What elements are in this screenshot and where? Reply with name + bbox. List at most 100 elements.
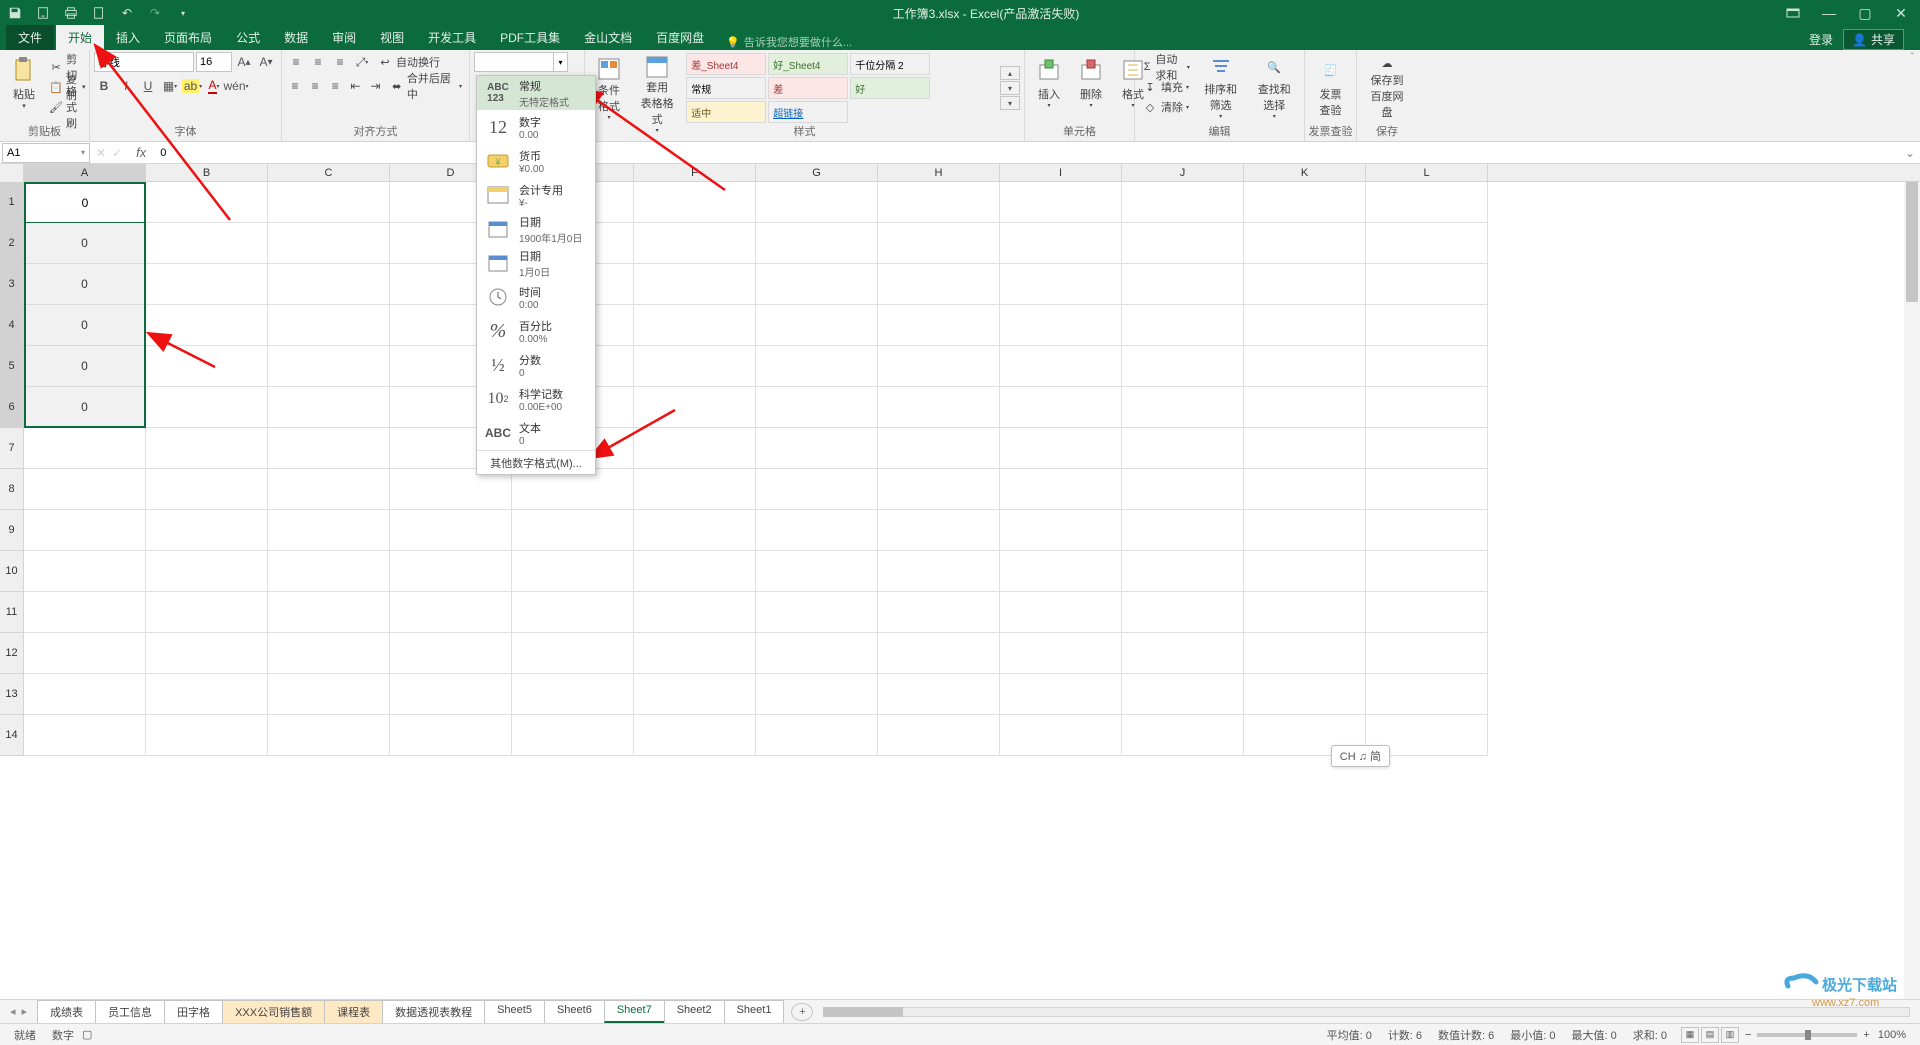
horizontal-scrollbar[interactable] [823, 1004, 1910, 1020]
cell-K5[interactable] [1244, 346, 1366, 387]
underline-button[interactable]: U [138, 76, 158, 96]
cell-J2[interactable] [1122, 223, 1244, 264]
style-bad-sheet4[interactable]: 差_Sheet4 [686, 53, 766, 75]
insert-cells-button[interactable]: 插入▾ [1029, 52, 1069, 122]
cell-H3[interactable] [878, 264, 1000, 305]
format-time[interactable]: 时间0:00 [477, 280, 595, 314]
cell-B11[interactable] [146, 592, 268, 633]
tab-pdf-tools[interactable]: PDF工具集 [488, 25, 572, 50]
chevron-down-icon[interactable]: ▾ [81, 148, 85, 157]
cell-I7[interactable] [1000, 428, 1122, 469]
style-thousands[interactable]: 千位分隔 2 [850, 53, 930, 75]
cell-A11[interactable] [24, 592, 146, 633]
cell-G11[interactable] [756, 592, 878, 633]
share-button[interactable]: 👤共享 [1843, 29, 1904, 50]
paste-button[interactable]: 粘贴 ▾ [4, 52, 44, 122]
cell-C12[interactable] [268, 633, 390, 674]
save-icon[interactable] [4, 2, 26, 24]
cell-C4[interactable] [268, 305, 390, 346]
border-button[interactable]: ▦▾ [160, 76, 180, 96]
tab-page-layout[interactable]: 页面布局 [152, 25, 224, 50]
sheet-nav-first-icon[interactable]: ◂ [10, 1005, 16, 1018]
cell-I13[interactable] [1000, 674, 1122, 715]
cell-H5[interactable] [878, 346, 1000, 387]
cell-style-gallery[interactable]: 差_Sheet4 好_Sheet4 千位分隔 2 常规 差 好 适中 超链接 [685, 52, 996, 124]
invoice-check-button[interactable]: 🧾发票 查验 [1309, 52, 1352, 122]
font-name-combo[interactable] [94, 52, 194, 72]
align-center-icon[interactable]: ≡ [306, 76, 324, 96]
cell-I9[interactable] [1000, 510, 1122, 551]
cell-G8[interactable] [756, 469, 878, 510]
cell-K1[interactable] [1244, 182, 1366, 223]
cell-F10[interactable] [634, 551, 756, 592]
maximize-icon[interactable]: ▢ [1850, 2, 1880, 24]
page-break-view-icon[interactable]: ▥ [1721, 1027, 1739, 1043]
col-header-B[interactable]: B [146, 164, 268, 181]
cell-K10[interactable] [1244, 551, 1366, 592]
cell-B2[interactable] [146, 223, 268, 264]
row-header-12[interactable]: 12 [0, 633, 24, 674]
cell-C14[interactable] [268, 715, 390, 756]
cell-A6[interactable]: 0 [24, 387, 146, 428]
sheet-tab-Sheet2[interactable]: Sheet2 [664, 1000, 725, 1023]
format-number[interactable]: 12 数字0.00 [477, 110, 595, 144]
cell-J13[interactable] [1122, 674, 1244, 715]
sheet-tab-田字格[interactable]: 田字格 [164, 1000, 223, 1023]
cell-G1[interactable] [756, 182, 878, 223]
number-format-combo[interactable]: ▾ [474, 52, 568, 72]
col-header-C[interactable]: C [268, 164, 390, 181]
delete-cells-button[interactable]: 删除▾ [1071, 52, 1111, 122]
row-header-6[interactable]: 6 [0, 387, 24, 428]
name-box[interactable]: A1▾ [2, 143, 90, 163]
cell-H10[interactable] [878, 551, 1000, 592]
cell-E13[interactable] [512, 674, 634, 715]
gallery-more-icon[interactable]: ▾ [1000, 96, 1020, 110]
col-header-A[interactable]: A [24, 164, 146, 181]
decrease-font-icon[interactable]: A▾ [256, 52, 276, 72]
increase-indent-icon[interactable]: ⇥ [366, 76, 384, 96]
format-percentage[interactable]: % 百分比0.00% [477, 314, 595, 348]
orientation-icon[interactable]: ⤢▾ [352, 52, 372, 72]
sheet-tab-Sheet1[interactable]: Sheet1 [724, 1000, 785, 1023]
tab-developer[interactable]: 开发工具 [416, 25, 488, 50]
cell-L10[interactable] [1366, 551, 1488, 592]
cell-L5[interactable] [1366, 346, 1488, 387]
row-header-1[interactable]: 1 [0, 182, 24, 223]
cell-G14[interactable] [756, 715, 878, 756]
tab-review[interactable]: 审阅 [320, 25, 368, 50]
cell-A7[interactable] [24, 428, 146, 469]
style-hyperlink[interactable]: 超链接 [768, 101, 848, 123]
align-top-icon[interactable]: ≡ [286, 52, 306, 72]
cancel-formula-icon[interactable]: ✕ [96, 146, 106, 160]
cell-B3[interactable] [146, 264, 268, 305]
cell-A14[interactable] [24, 715, 146, 756]
cell-L8[interactable] [1366, 469, 1488, 510]
row-header-13[interactable]: 13 [0, 674, 24, 715]
style-neutral[interactable]: 适中 [686, 101, 766, 123]
cell-H6[interactable] [878, 387, 1000, 428]
cell-B5[interactable] [146, 346, 268, 387]
autosum-button[interactable]: Σ自动求和▾ [1139, 58, 1193, 76]
format-scientific[interactable]: 102 科学记数0.00E+00 [477, 382, 595, 416]
cell-C1[interactable] [268, 182, 390, 223]
cell-B8[interactable] [146, 469, 268, 510]
cell-B14[interactable] [146, 715, 268, 756]
cell-F11[interactable] [634, 592, 756, 633]
cell-D11[interactable] [390, 592, 512, 633]
cell-K13[interactable] [1244, 674, 1366, 715]
format-short-date[interactable]: 日期1月0日 [477, 246, 595, 280]
cell-H9[interactable] [878, 510, 1000, 551]
align-left-icon[interactable]: ≡ [286, 76, 304, 96]
format-painter-button[interactable]: 🖌格式刷 [46, 98, 89, 116]
tab-file[interactable]: 文件 [6, 25, 54, 50]
align-right-icon[interactable]: ≡ [326, 76, 344, 96]
cell-F6[interactable] [634, 387, 756, 428]
tell-me-search[interactable]: 💡 告诉我您想要做什么... [726, 34, 852, 50]
cell-G6[interactable] [756, 387, 878, 428]
row-header-9[interactable]: 9 [0, 510, 24, 551]
cell-B4[interactable] [146, 305, 268, 346]
cell-E8[interactable] [512, 469, 634, 510]
cell-K2[interactable] [1244, 223, 1366, 264]
cell-E11[interactable] [512, 592, 634, 633]
cell-B6[interactable] [146, 387, 268, 428]
